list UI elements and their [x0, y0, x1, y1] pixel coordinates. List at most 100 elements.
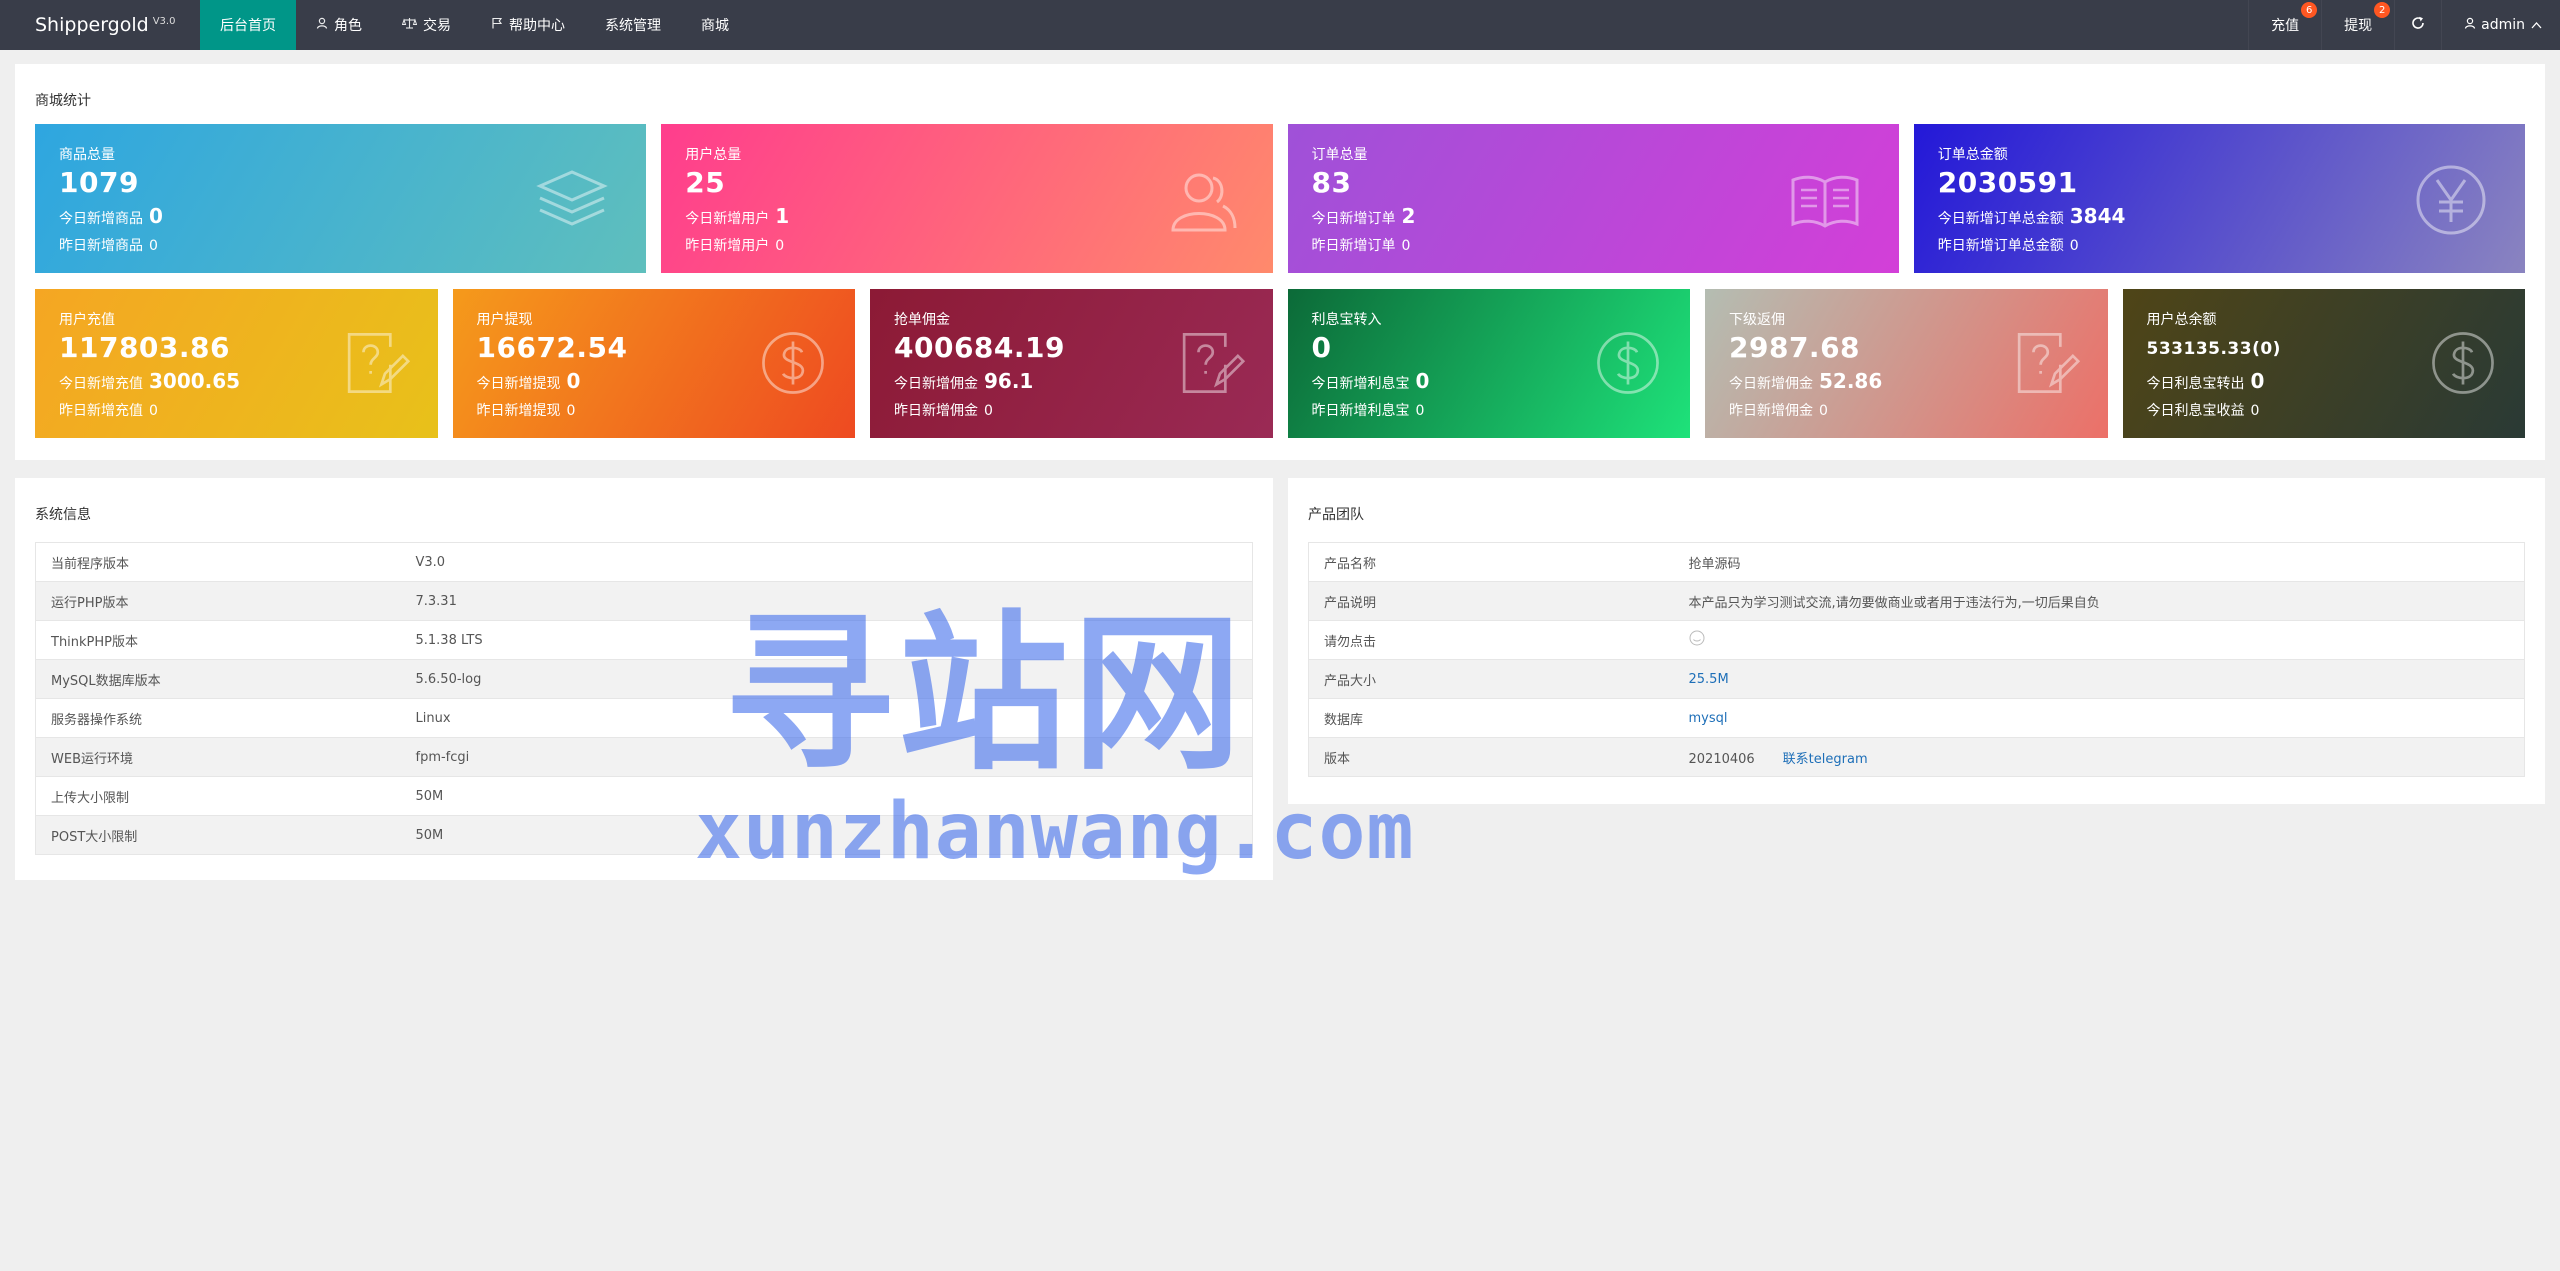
stat-today: 今日新增订单总金额 3844 — [1938, 204, 2126, 228]
withdraw-label: 提现 — [2344, 18, 2373, 34]
right-nav: 充值 6 提现 2 admin — [2248, 0, 2560, 50]
row-value-text: 本产品只为学习测试交流,请勿要做商业或者用于违法行为,一切后果自负 — [1688, 595, 2100, 611]
row-key: WEB运行环境 — [35, 737, 401, 777]
dollar-icon — [759, 329, 827, 397]
stat-label: 利息宝转入 — [1311, 312, 1382, 328]
nav-help[interactable]: 帮助中心 — [471, 0, 585, 50]
row-value-text[interactable]: 25.5M — [1689, 672, 1729, 687]
stat-yesterday-value: 0 — [566, 403, 576, 419]
table-row: 服务器操作系统 Linux — [35, 698, 1253, 738]
table-row: 数据库 mysql — [1308, 698, 2525, 738]
row-key: 请勿点击 — [1308, 620, 1674, 660]
stat-yesterday-value: 0 — [2069, 238, 2079, 254]
row-key: 数据库 — [1308, 698, 1674, 738]
stat-yesterday: 昨日新增订单 0 — [1312, 235, 1411, 255]
row-value-text: 50M — [415, 788, 444, 804]
stat-yesterday-label: 昨日新增商品 — [59, 238, 143, 254]
stat-label: 用户总量 — [685, 147, 742, 163]
system-info-panel: 系统信息 当前程序版本 V3.0 运行PHP版本 7.3.31 ThinkPHP版本 5.… — [15, 478, 1273, 880]
stat-yesterday-label: 昨日新增充值 — [59, 403, 143, 419]
stat-value: 117803.86 — [59, 331, 230, 364]
stat-value: 25 — [685, 166, 726, 199]
row-value-text[interactable]: mysql — [1689, 711, 1728, 726]
stat-value: 0 — [1311, 331, 1332, 364]
nav-trade[interactable]: 交易 — [382, 0, 471, 50]
username: admin — [2481, 17, 2525, 33]
withdraw-button[interactable]: 提现 2 — [2321, 0, 2394, 50]
stat-today: 今日利息宝转出 0 — [2147, 369, 2265, 393]
stat-tile-row1-0: 商品总量 1079 今日新增商品 0 昨日新增商品 0 — [35, 124, 647, 273]
stat-yesterday-value: 0 — [984, 403, 993, 419]
stat-today-label: 今日新增充值 — [59, 376, 143, 392]
stat-yesterday: 昨日新增佣金 0 — [1729, 400, 1828, 420]
table-row: POST大小限制 50M — [35, 815, 1253, 855]
row-key: 上传大小限制 — [35, 776, 401, 816]
stat-yesterday-value: 0 — [1819, 403, 1828, 419]
stat-tile-row2-3: 利息宝转入 0 今日新增利息宝 0 昨日新增利息宝 0 — [1287, 289, 1690, 438]
recharge-button[interactable]: 充值 6 — [2248, 0, 2321, 50]
row-key: 产品名称 — [1308, 542, 1674, 582]
stat-yesterday-value: 0 — [775, 238, 785, 254]
stat-today-value: 52.86 — [1819, 369, 1883, 393]
stat-today-label: 今日新增商品 — [59, 211, 143, 227]
nav-shop[interactable]: 商城 — [681, 0, 749, 50]
stat-today: 今日新增用户 1 — [685, 204, 789, 228]
stat-label: 用户总余额 — [2146, 312, 2217, 328]
user-icon — [2464, 17, 2476, 33]
stat-today-label: 今日新增提现 — [476, 376, 561, 392]
stat-yesterday: 昨日新增商品 0 — [59, 235, 158, 255]
row-key: ThinkPHP版本 — [35, 620, 401, 660]
stat-yesterday: 昨日新增利息宝 0 — [1312, 400, 1425, 420]
stat-today: 今日新增佣金 96.1 — [894, 369, 1033, 393]
stat-today-value: 1 — [775, 204, 790, 228]
stat-value: 2987.68 — [1729, 331, 1861, 364]
refresh-button[interactable] — [2394, 0, 2441, 50]
row-value: 20210406 联系telegram — [1673, 737, 2525, 777]
row-value-text: 7.3.31 — [415, 593, 457, 609]
nav-system-label: 系统管理 — [605, 18, 661, 34]
table-row: 版本 20210406 联系telegram — [1308, 737, 2525, 777]
stat-yesterday-label: 昨日新增佣金 — [894, 403, 978, 419]
stat-tile-row2-2: 抢单佣金 400684.19 今日新增佣金 96.1 昨日新增佣金 0 — [870, 289, 1273, 438]
nav-system[interactable]: 系统管理 — [585, 0, 681, 50]
telegram-link[interactable]: 联系telegram — [1783, 752, 1868, 767]
row-key: POST大小限制 — [35, 815, 401, 855]
row-value: fpm-fcgi — [400, 737, 1253, 777]
stat-yesterday-value: 0 — [1401, 238, 1411, 254]
stat-today-value: 0 — [149, 204, 163, 228]
row-value: mysql — [1673, 698, 2525, 738]
stat-yesterday: 昨日新增用户 0 — [685, 235, 784, 255]
stat-today-label: 今日新增佣金 — [1729, 376, 1813, 392]
recharge-badge: 6 — [2301, 2, 2318, 18]
stat-label: 商品总量 — [59, 147, 115, 163]
stat-label: 用户充值 — [59, 312, 115, 328]
top-navbar: Shippergold V3.0 后台首页 角色 交易 帮助中心 系统管理 商城… — [0, 0, 2560, 50]
main-nav: 后台首页 角色 交易 帮助中心 系统管理 商城 — [200, 0, 749, 50]
stat-value: 400684.19 — [894, 331, 1065, 364]
nav-help-label: 帮助中心 — [509, 18, 565, 34]
nav-role[interactable]: 角色 — [296, 0, 382, 50]
table-row: 产品大小 25.5M — [1308, 659, 2525, 699]
stat-value: 83 — [1311, 166, 1352, 199]
row-key: 产品说明 — [1308, 581, 1674, 621]
row-value: 50M — [400, 776, 1253, 816]
nav-role-label: 角色 — [334, 18, 362, 34]
stat-yesterday-label: 昨日新增订单 — [1311, 238, 1396, 254]
nav-home[interactable]: 后台首页 — [200, 0, 296, 50]
stat-tile-row2-0: 用户充值 117803.86 今日新增充值 3000.65 昨日新增充值 0 — [35, 289, 438, 438]
app-logo[interactable]: Shippergold V3.0 — [0, 0, 200, 50]
stat-label: 抢单佣金 — [894, 312, 950, 328]
smiley-icon[interactable] — [1689, 630, 1705, 650]
scale-icon — [401, 17, 418, 33]
stat-yesterday-label: 昨日新增提现 — [476, 403, 561, 419]
stat-label: 订单总量 — [1311, 147, 1368, 163]
row-value: 本产品只为学习测试交流,请勿要做商业或者用于违法行为,一切后果自负 — [1673, 581, 2525, 621]
user-menu[interactable]: admin — [2441, 0, 2560, 50]
row-value: V3.0 — [400, 542, 1253, 582]
stat-yesterday: 昨日新增佣金 0 — [894, 400, 993, 420]
stat-tile-row1-1: 用户总量 25 今日新增用户 1 昨日新增用户 0 — [661, 124, 1273, 273]
table-row: 当前程序版本 V3.0 — [35, 542, 1253, 582]
stat-yesterday-value: 0 — [1415, 403, 1425, 419]
row-key: 产品大小 — [1308, 659, 1674, 699]
stat-today-label: 今日新增佣金 — [894, 376, 978, 392]
